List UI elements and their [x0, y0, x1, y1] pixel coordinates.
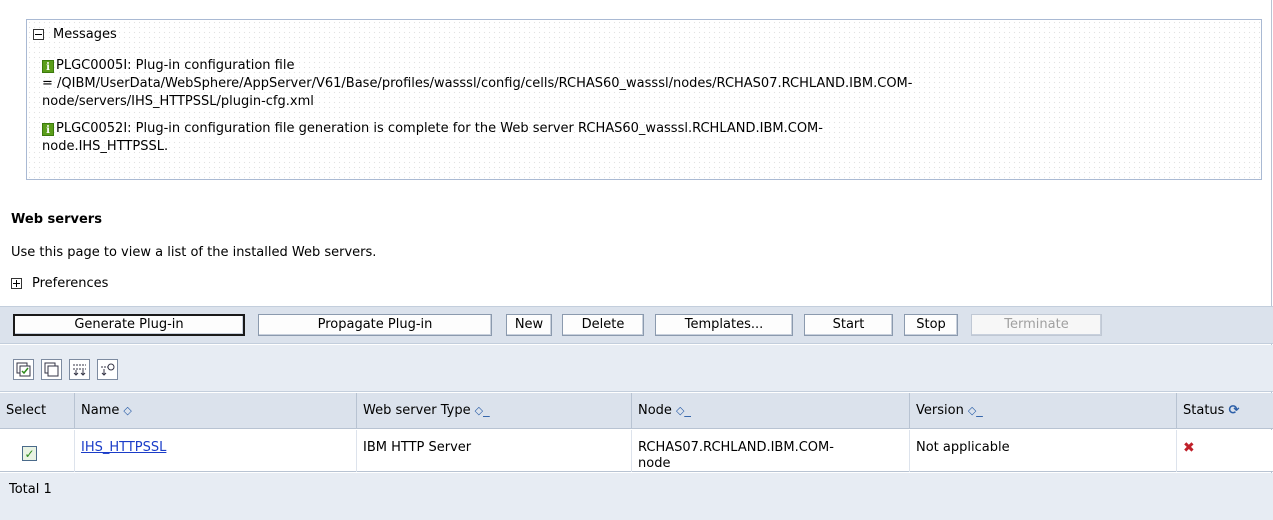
status-cell: ✖ [1176, 430, 1273, 472]
generate-plugin-button[interactable]: Generate Plug-in [13, 314, 245, 336]
select-cell: ✓ [0, 430, 74, 472]
select-all-icon[interactable] [13, 359, 34, 380]
row-select-checkbox[interactable]: ✓ [22, 446, 37, 461]
messages-title: Messages [53, 27, 117, 42]
table-row[interactable]: ✓ IHS_HTTPSSL IBM HTTP Server RCHAS07.RC… [0, 430, 1273, 472]
deselect-all-icon[interactable] [41, 359, 62, 380]
table-icon-toolbar [0, 345, 1273, 392]
column-header-type[interactable]: Web server Type ◇_ [356, 393, 631, 429]
message-line: node.IHS_HTTPSSL. [42, 139, 169, 154]
messages-panel: Messages i PLGC0005I: Plug-in configurati… [26, 19, 1262, 180]
collapse-icon[interactable] [33, 29, 44, 40]
message-line: PLGC0005I: Plug-in configuration file [56, 58, 295, 73]
preferences-toggle[interactable]: Preferences [11, 276, 108, 291]
terminate-button[interactable]: Terminate [971, 314, 1102, 336]
column-header-select: Select [6, 403, 47, 418]
stop-button[interactable]: Stop [904, 314, 958, 336]
column-header-version[interactable]: Version ◇_ [909, 393, 1176, 429]
show-filter-icon[interactable] [69, 359, 90, 380]
clear-filter-icon[interactable] [97, 359, 118, 380]
propagate-plugin-button[interactable]: Propagate Plug-in [258, 314, 492, 336]
new-button[interactable]: New [506, 314, 552, 336]
start-button[interactable]: Start [804, 314, 893, 336]
node-line: RCHAS07.RCHLAND.IBM.COM- [638, 440, 834, 455]
column-header-status[interactable]: Status ⟳ [1176, 393, 1273, 429]
sort-icon: ◇ [123, 404, 132, 417]
page-description: Use this page to view a list of the inst… [11, 245, 377, 260]
info-icon: i [42, 123, 54, 136]
message-line: PLGC0052I: Plug-in configuration file ge… [56, 121, 823, 136]
version-cell: Not applicable [909, 430, 1176, 472]
column-header-node[interactable]: Node ◇_ [631, 393, 909, 429]
name-cell: IHS_HTTPSSL [74, 430, 356, 472]
node-line: node [638, 456, 671, 471]
sort-icon: ◇ [474, 404, 484, 417]
column-header-name[interactable]: Name ◇ [74, 393, 356, 429]
node-cell: RCHAS07.RCHLAND.IBM.COM- node [631, 430, 909, 472]
preferences-label: Preferences [32, 276, 109, 291]
button-toolbar: Generate Plug-in Propagate Plug-in New D… [0, 306, 1273, 344]
type-cell: IBM HTTP Server [356, 430, 631, 472]
table-total: Total 1 [0, 473, 1273, 520]
message-line: = /QIBM/UserData/WebSphere/AppServer/V61… [42, 76, 913, 91]
messages-header[interactable]: Messages [33, 27, 117, 42]
stopped-x-icon: ✖ [1183, 440, 1195, 456]
message-line: node/servers/IHS_HTTPSSL/plugin-cfg.xml [42, 94, 314, 109]
templates-button[interactable]: Templates... [655, 314, 793, 336]
message-item: i PLGC0005I: Plug-in configuration file =… [42, 57, 1257, 111]
sort-icon: ◇ [967, 404, 977, 417]
info-icon: i [42, 60, 54, 73]
table-header: Select Name ◇ Web server Type ◇_ Node ◇_ Ve… [0, 393, 1273, 429]
expand-icon[interactable] [11, 278, 22, 289]
refresh-icon[interactable]: ⟳ [1228, 403, 1239, 418]
delete-button[interactable]: Delete [562, 314, 644, 336]
page-title: Web servers [11, 212, 102, 227]
server-name-link[interactable]: IHS_HTTPSSL [81, 440, 166, 455]
message-item: i PLGC0052I: Plug-in configuration file g… [42, 120, 1257, 156]
